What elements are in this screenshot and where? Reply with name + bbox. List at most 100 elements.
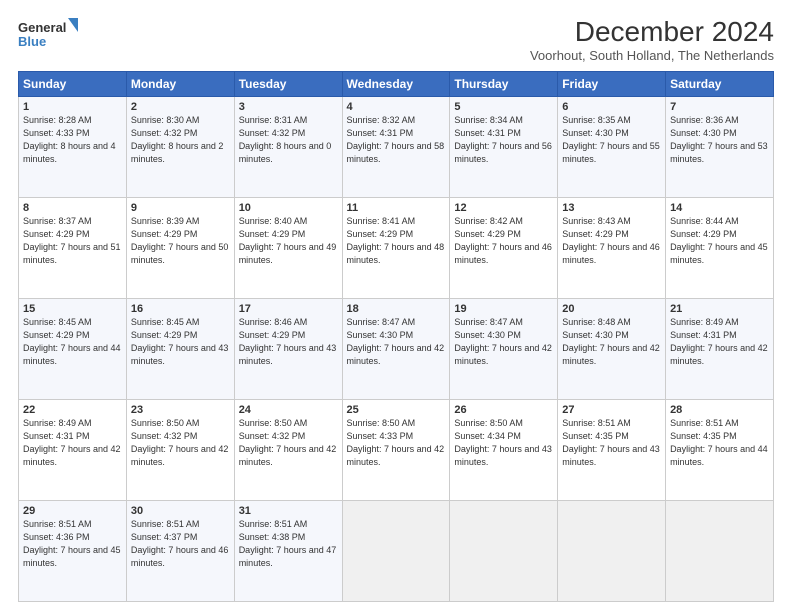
day-number: 22 — [23, 404, 122, 416]
day-info: Sunrise: 8:51 AMSunset: 4:38 PMDaylight:… — [239, 518, 338, 570]
day-cell: 13 Sunrise: 8:43 AMSunset: 4:29 PMDaylig… — [558, 198, 666, 299]
day-info: Sunrise: 8:34 AMSunset: 4:31 PMDaylight:… — [454, 114, 553, 166]
calendar-table: Sunday Monday Tuesday Wednesday Thursday… — [18, 71, 774, 602]
day-cell: 8 Sunrise: 8:37 AMSunset: 4:29 PMDayligh… — [19, 198, 127, 299]
day-info: Sunrise: 8:44 AMSunset: 4:29 PMDaylight:… — [670, 215, 769, 267]
day-cell: 2 Sunrise: 8:30 AMSunset: 4:32 PMDayligh… — [126, 97, 234, 198]
day-cell: 10 Sunrise: 8:40 AMSunset: 4:29 PMDaylig… — [234, 198, 342, 299]
day-number: 6 — [562, 101, 661, 113]
col-monday: Monday — [126, 72, 234, 97]
day-cell: 26 Sunrise: 8:50 AMSunset: 4:34 PMDaylig… — [450, 400, 558, 501]
day-info: Sunrise: 8:31 AMSunset: 4:32 PMDaylight:… — [239, 114, 338, 166]
day-number: 8 — [23, 202, 122, 214]
day-cell: 30 Sunrise: 8:51 AMSunset: 4:37 PMDaylig… — [126, 501, 234, 602]
day-info: Sunrise: 8:51 AMSunset: 4:35 PMDaylight:… — [562, 417, 661, 469]
day-number: 24 — [239, 404, 338, 416]
day-cell: 19 Sunrise: 8:47 AMSunset: 4:30 PMDaylig… — [450, 299, 558, 400]
day-cell: 20 Sunrise: 8:48 AMSunset: 4:30 PMDaylig… — [558, 299, 666, 400]
day-info: Sunrise: 8:50 AMSunset: 4:34 PMDaylight:… — [454, 417, 553, 469]
week-row-4: 22 Sunrise: 8:49 AMSunset: 4:31 PMDaylig… — [19, 400, 774, 501]
subtitle: Voorhout, South Holland, The Netherlands — [530, 48, 774, 63]
main-title: December 2024 — [530, 16, 774, 48]
day-number: 2 — [131, 101, 230, 113]
day-info: Sunrise: 8:32 AMSunset: 4:31 PMDaylight:… — [347, 114, 446, 166]
logo-svg: General Blue — [18, 16, 78, 52]
page: General Blue December 2024 Voorhout, Sou… — [0, 0, 792, 612]
day-number: 18 — [347, 303, 446, 315]
col-friday: Friday — [558, 72, 666, 97]
header-row: Sunday Monday Tuesday Wednesday Thursday… — [19, 72, 774, 97]
day-info: Sunrise: 8:43 AMSunset: 4:29 PMDaylight:… — [562, 215, 661, 267]
col-saturday: Saturday — [666, 72, 774, 97]
day-number: 25 — [347, 404, 446, 416]
day-info: Sunrise: 8:37 AMSunset: 4:29 PMDaylight:… — [23, 215, 122, 267]
day-cell: 15 Sunrise: 8:45 AMSunset: 4:29 PMDaylig… — [19, 299, 127, 400]
day-cell: 24 Sunrise: 8:50 AMSunset: 4:32 PMDaylig… — [234, 400, 342, 501]
day-cell — [450, 501, 558, 602]
day-cell — [342, 501, 450, 602]
day-number: 12 — [454, 202, 553, 214]
day-number: 10 — [239, 202, 338, 214]
day-cell: 17 Sunrise: 8:46 AMSunset: 4:29 PMDaylig… — [234, 299, 342, 400]
day-number: 11 — [347, 202, 446, 214]
day-cell: 6 Sunrise: 8:35 AMSunset: 4:30 PMDayligh… — [558, 97, 666, 198]
day-info: Sunrise: 8:46 AMSunset: 4:29 PMDaylight:… — [239, 316, 338, 368]
day-cell: 25 Sunrise: 8:50 AMSunset: 4:33 PMDaylig… — [342, 400, 450, 501]
day-cell: 11 Sunrise: 8:41 AMSunset: 4:29 PMDaylig… — [342, 198, 450, 299]
day-info: Sunrise: 8:50 AMSunset: 4:32 PMDaylight:… — [239, 417, 338, 469]
day-number: 17 — [239, 303, 338, 315]
title-block: December 2024 Voorhout, South Holland, T… — [530, 16, 774, 63]
day-cell: 16 Sunrise: 8:45 AMSunset: 4:29 PMDaylig… — [126, 299, 234, 400]
day-cell — [666, 501, 774, 602]
day-number: 15 — [23, 303, 122, 315]
day-info: Sunrise: 8:49 AMSunset: 4:31 PMDaylight:… — [23, 417, 122, 469]
day-number: 30 — [131, 505, 230, 517]
day-info: Sunrise: 8:50 AMSunset: 4:32 PMDaylight:… — [131, 417, 230, 469]
day-cell: 12 Sunrise: 8:42 AMSunset: 4:29 PMDaylig… — [450, 198, 558, 299]
day-cell: 22 Sunrise: 8:49 AMSunset: 4:31 PMDaylig… — [19, 400, 127, 501]
day-info: Sunrise: 8:28 AMSunset: 4:33 PMDaylight:… — [23, 114, 122, 166]
day-number: 29 — [23, 505, 122, 517]
day-info: Sunrise: 8:47 AMSunset: 4:30 PMDaylight:… — [454, 316, 553, 368]
day-cell: 28 Sunrise: 8:51 AMSunset: 4:35 PMDaylig… — [666, 400, 774, 501]
day-info: Sunrise: 8:45 AMSunset: 4:29 PMDaylight:… — [23, 316, 122, 368]
day-info: Sunrise: 8:45 AMSunset: 4:29 PMDaylight:… — [131, 316, 230, 368]
day-info: Sunrise: 8:51 AMSunset: 4:37 PMDaylight:… — [131, 518, 230, 570]
week-row-3: 15 Sunrise: 8:45 AMSunset: 4:29 PMDaylig… — [19, 299, 774, 400]
day-cell: 4 Sunrise: 8:32 AMSunset: 4:31 PMDayligh… — [342, 97, 450, 198]
day-number: 28 — [670, 404, 769, 416]
day-info: Sunrise: 8:40 AMSunset: 4:29 PMDaylight:… — [239, 215, 338, 267]
svg-text:Blue: Blue — [18, 34, 46, 49]
col-tuesday: Tuesday — [234, 72, 342, 97]
day-number: 1 — [23, 101, 122, 113]
day-number: 27 — [562, 404, 661, 416]
day-number: 4 — [347, 101, 446, 113]
week-row-1: 1 Sunrise: 8:28 AMSunset: 4:33 PMDayligh… — [19, 97, 774, 198]
day-number: 3 — [239, 101, 338, 113]
day-info: Sunrise: 8:50 AMSunset: 4:33 PMDaylight:… — [347, 417, 446, 469]
day-cell: 29 Sunrise: 8:51 AMSunset: 4:36 PMDaylig… — [19, 501, 127, 602]
day-info: Sunrise: 8:49 AMSunset: 4:31 PMDaylight:… — [670, 316, 769, 368]
day-info: Sunrise: 8:51 AMSunset: 4:36 PMDaylight:… — [23, 518, 122, 570]
day-cell: 7 Sunrise: 8:36 AMSunset: 4:30 PMDayligh… — [666, 97, 774, 198]
day-number: 13 — [562, 202, 661, 214]
day-info: Sunrise: 8:47 AMSunset: 4:30 PMDaylight:… — [347, 316, 446, 368]
week-row-2: 8 Sunrise: 8:37 AMSunset: 4:29 PMDayligh… — [19, 198, 774, 299]
day-cell: 5 Sunrise: 8:34 AMSunset: 4:31 PMDayligh… — [450, 97, 558, 198]
svg-text:General: General — [18, 20, 66, 35]
day-info: Sunrise: 8:39 AMSunset: 4:29 PMDaylight:… — [131, 215, 230, 267]
day-info: Sunrise: 8:51 AMSunset: 4:35 PMDaylight:… — [670, 417, 769, 469]
col-thursday: Thursday — [450, 72, 558, 97]
day-cell: 23 Sunrise: 8:50 AMSunset: 4:32 PMDaylig… — [126, 400, 234, 501]
day-number: 16 — [131, 303, 230, 315]
day-cell: 18 Sunrise: 8:47 AMSunset: 4:30 PMDaylig… — [342, 299, 450, 400]
day-info: Sunrise: 8:48 AMSunset: 4:30 PMDaylight:… — [562, 316, 661, 368]
day-cell: 1 Sunrise: 8:28 AMSunset: 4:33 PMDayligh… — [19, 97, 127, 198]
day-number: 19 — [454, 303, 553, 315]
col-sunday: Sunday — [19, 72, 127, 97]
day-number: 9 — [131, 202, 230, 214]
day-info: Sunrise: 8:41 AMSunset: 4:29 PMDaylight:… — [347, 215, 446, 267]
week-row-5: 29 Sunrise: 8:51 AMSunset: 4:36 PMDaylig… — [19, 501, 774, 602]
day-info: Sunrise: 8:35 AMSunset: 4:30 PMDaylight:… — [562, 114, 661, 166]
day-cell: 31 Sunrise: 8:51 AMSunset: 4:38 PMDaylig… — [234, 501, 342, 602]
